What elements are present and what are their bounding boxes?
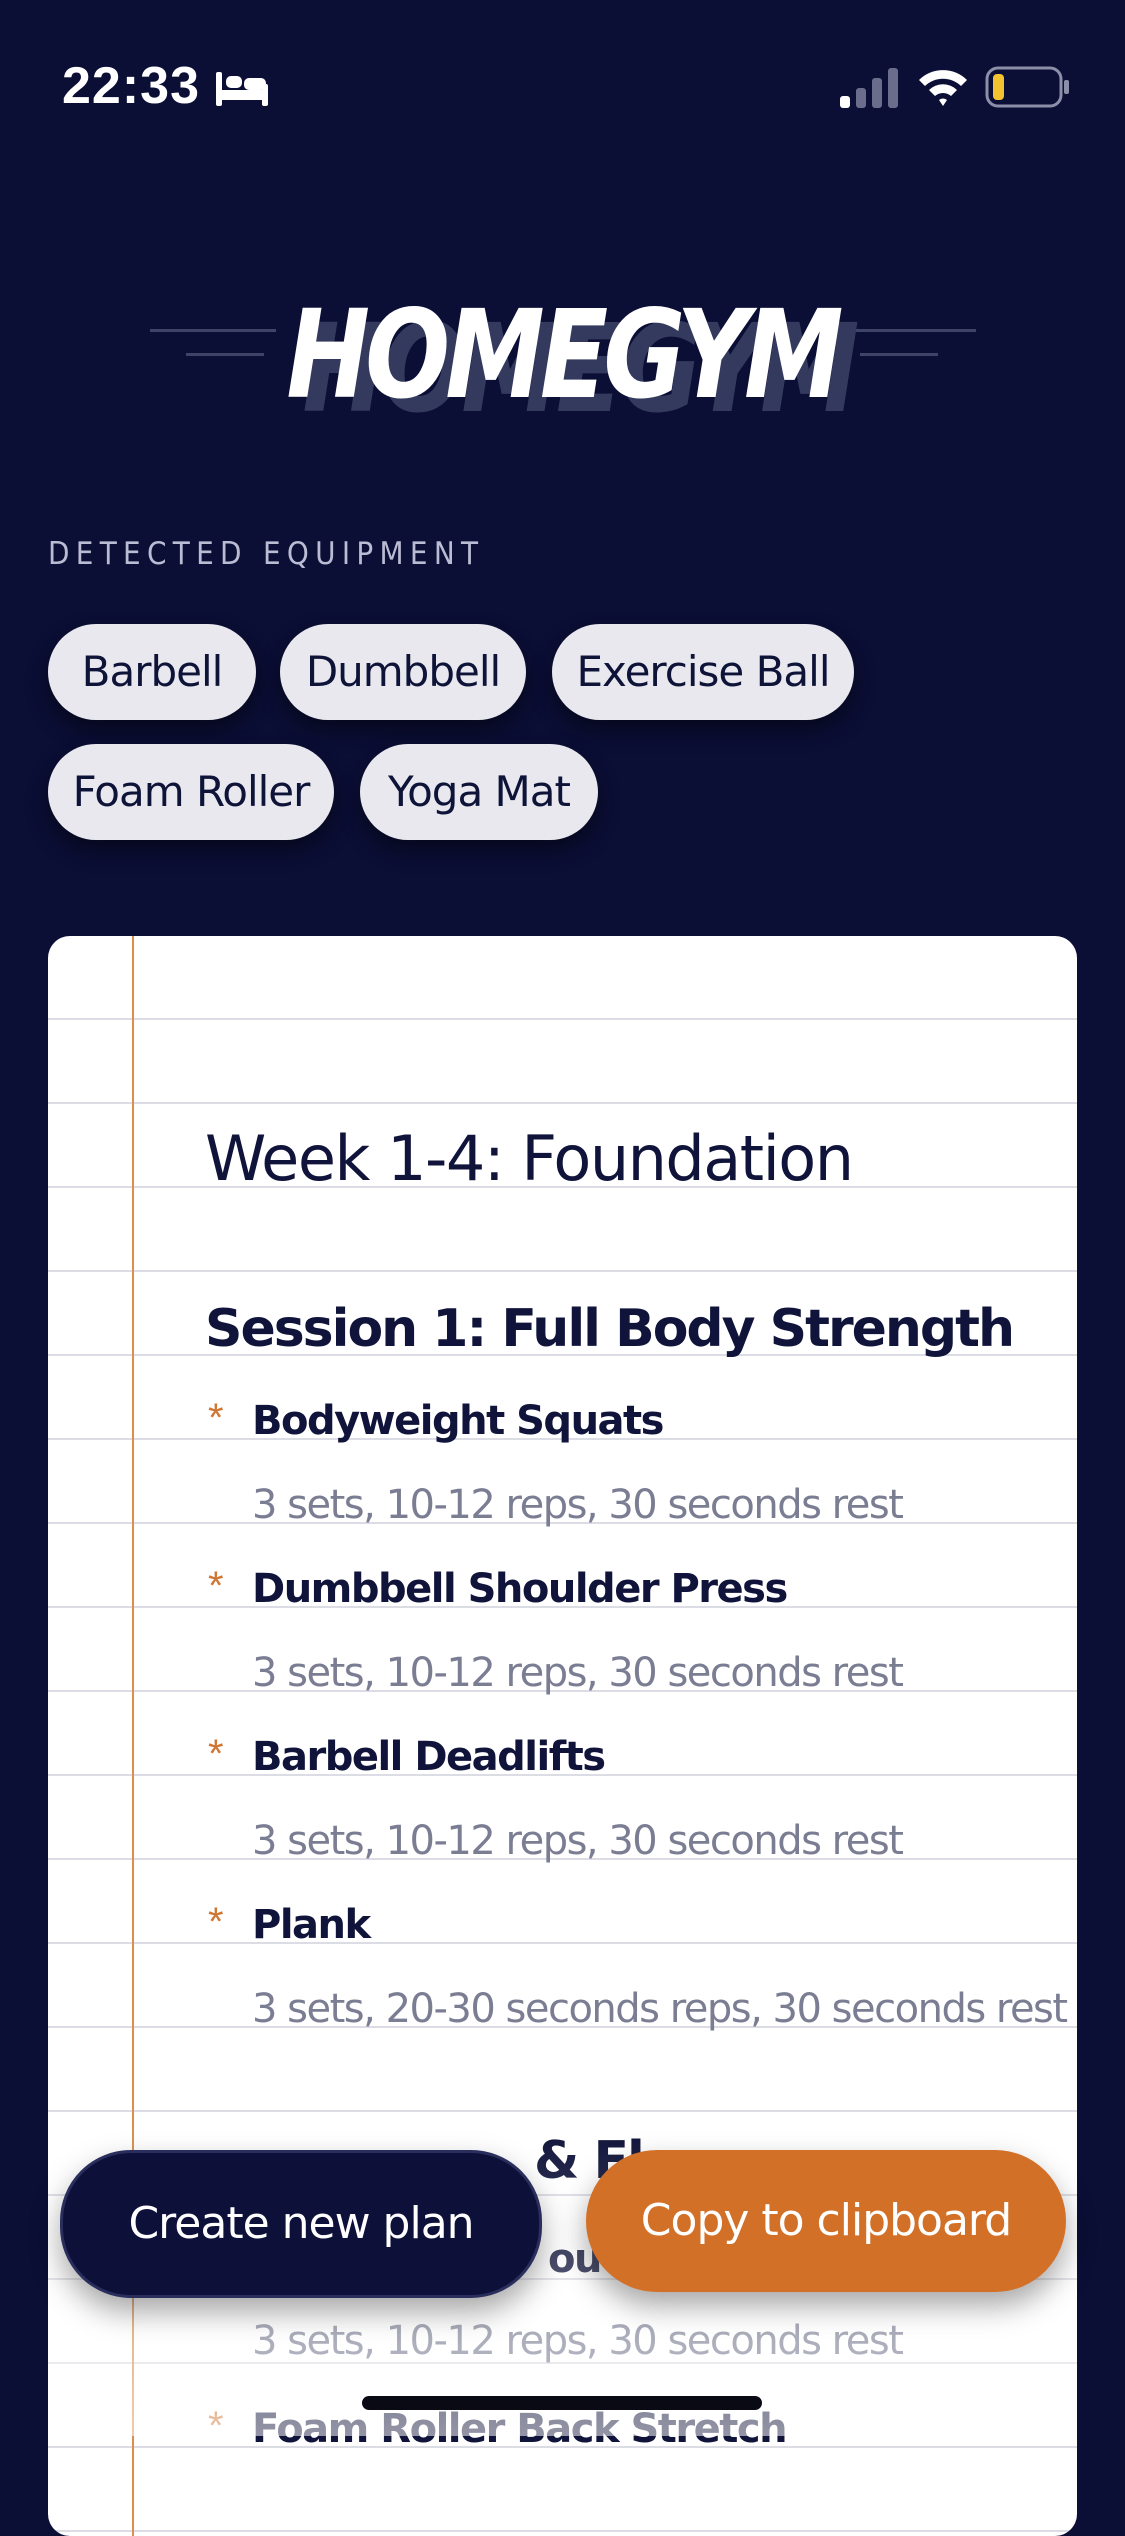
home-indicator[interactable]	[362, 2396, 762, 2410]
create-new-plan-button[interactable]: Create new plan	[60, 2150, 542, 2298]
app-logo: HOMEGYM HOMEGYM	[0, 280, 1125, 440]
exercise-name: Bodyweight Squats	[252, 1398, 664, 1444]
equipment-chip-barbell[interactable]: Barbell	[48, 624, 256, 720]
exercise-detail: 3 sets, 10-12 reps, 30 seconds rest	[252, 2318, 904, 2364]
exercise-name: Foam Roller Back Stretch	[252, 2406, 788, 2452]
battery-icon	[985, 66, 1071, 113]
exercise-name: Dumbbell Shoulder Press	[252, 1566, 788, 1612]
week-title: Week 1-4: Foundation	[205, 1122, 854, 1195]
session-title: Session 1: Full Body Strength	[205, 1299, 1015, 1359]
exercise-name: Plank	[252, 1902, 371, 1948]
bullet-asterisk: *	[208, 1396, 224, 1440]
app-title: HOMEGYM	[286, 284, 843, 426]
exercise-detail: 3 sets, 10-12 reps, 30 seconds rest	[252, 1650, 904, 1696]
exercise-detail: 3 sets, 20-30 seconds reps, 30 seconds r…	[252, 1986, 1068, 2032]
wifi-icon	[915, 64, 971, 113]
bullet-asterisk: *	[208, 2404, 224, 2448]
equipment-chip-yoga-mat[interactable]: Yoga Mat	[360, 744, 598, 840]
exercise-name: Barbell Deadlifts	[252, 1734, 606, 1780]
status-time: 22:33	[62, 57, 200, 115]
equipment-chip-exercise-ball[interactable]: Exercise Ball	[552, 624, 854, 720]
bullet-asterisk: *	[208, 1900, 224, 1944]
equipment-chip-dumbbell[interactable]: Dumbbell	[280, 624, 526, 720]
exercise-detail: 3 sets, 10-12 reps, 30 seconds rest	[252, 1482, 904, 1528]
exercise-detail: 3 sets, 10-12 reps, 30 seconds rest	[252, 1818, 904, 1864]
bed-icon	[214, 68, 270, 113]
copy-to-clipboard-button[interactable]: Copy to clipboard	[586, 2150, 1066, 2292]
cellular-signal-icon	[838, 66, 900, 115]
equipment-chip-foam-roller[interactable]: Foam Roller	[48, 744, 334, 840]
status-bar: 22:33	[0, 0, 1125, 180]
detected-equipment-label: DETECTED EQUIPMENT	[48, 536, 485, 572]
bullet-asterisk: *	[208, 1564, 224, 1608]
bullet-asterisk: *	[208, 1732, 224, 1776]
